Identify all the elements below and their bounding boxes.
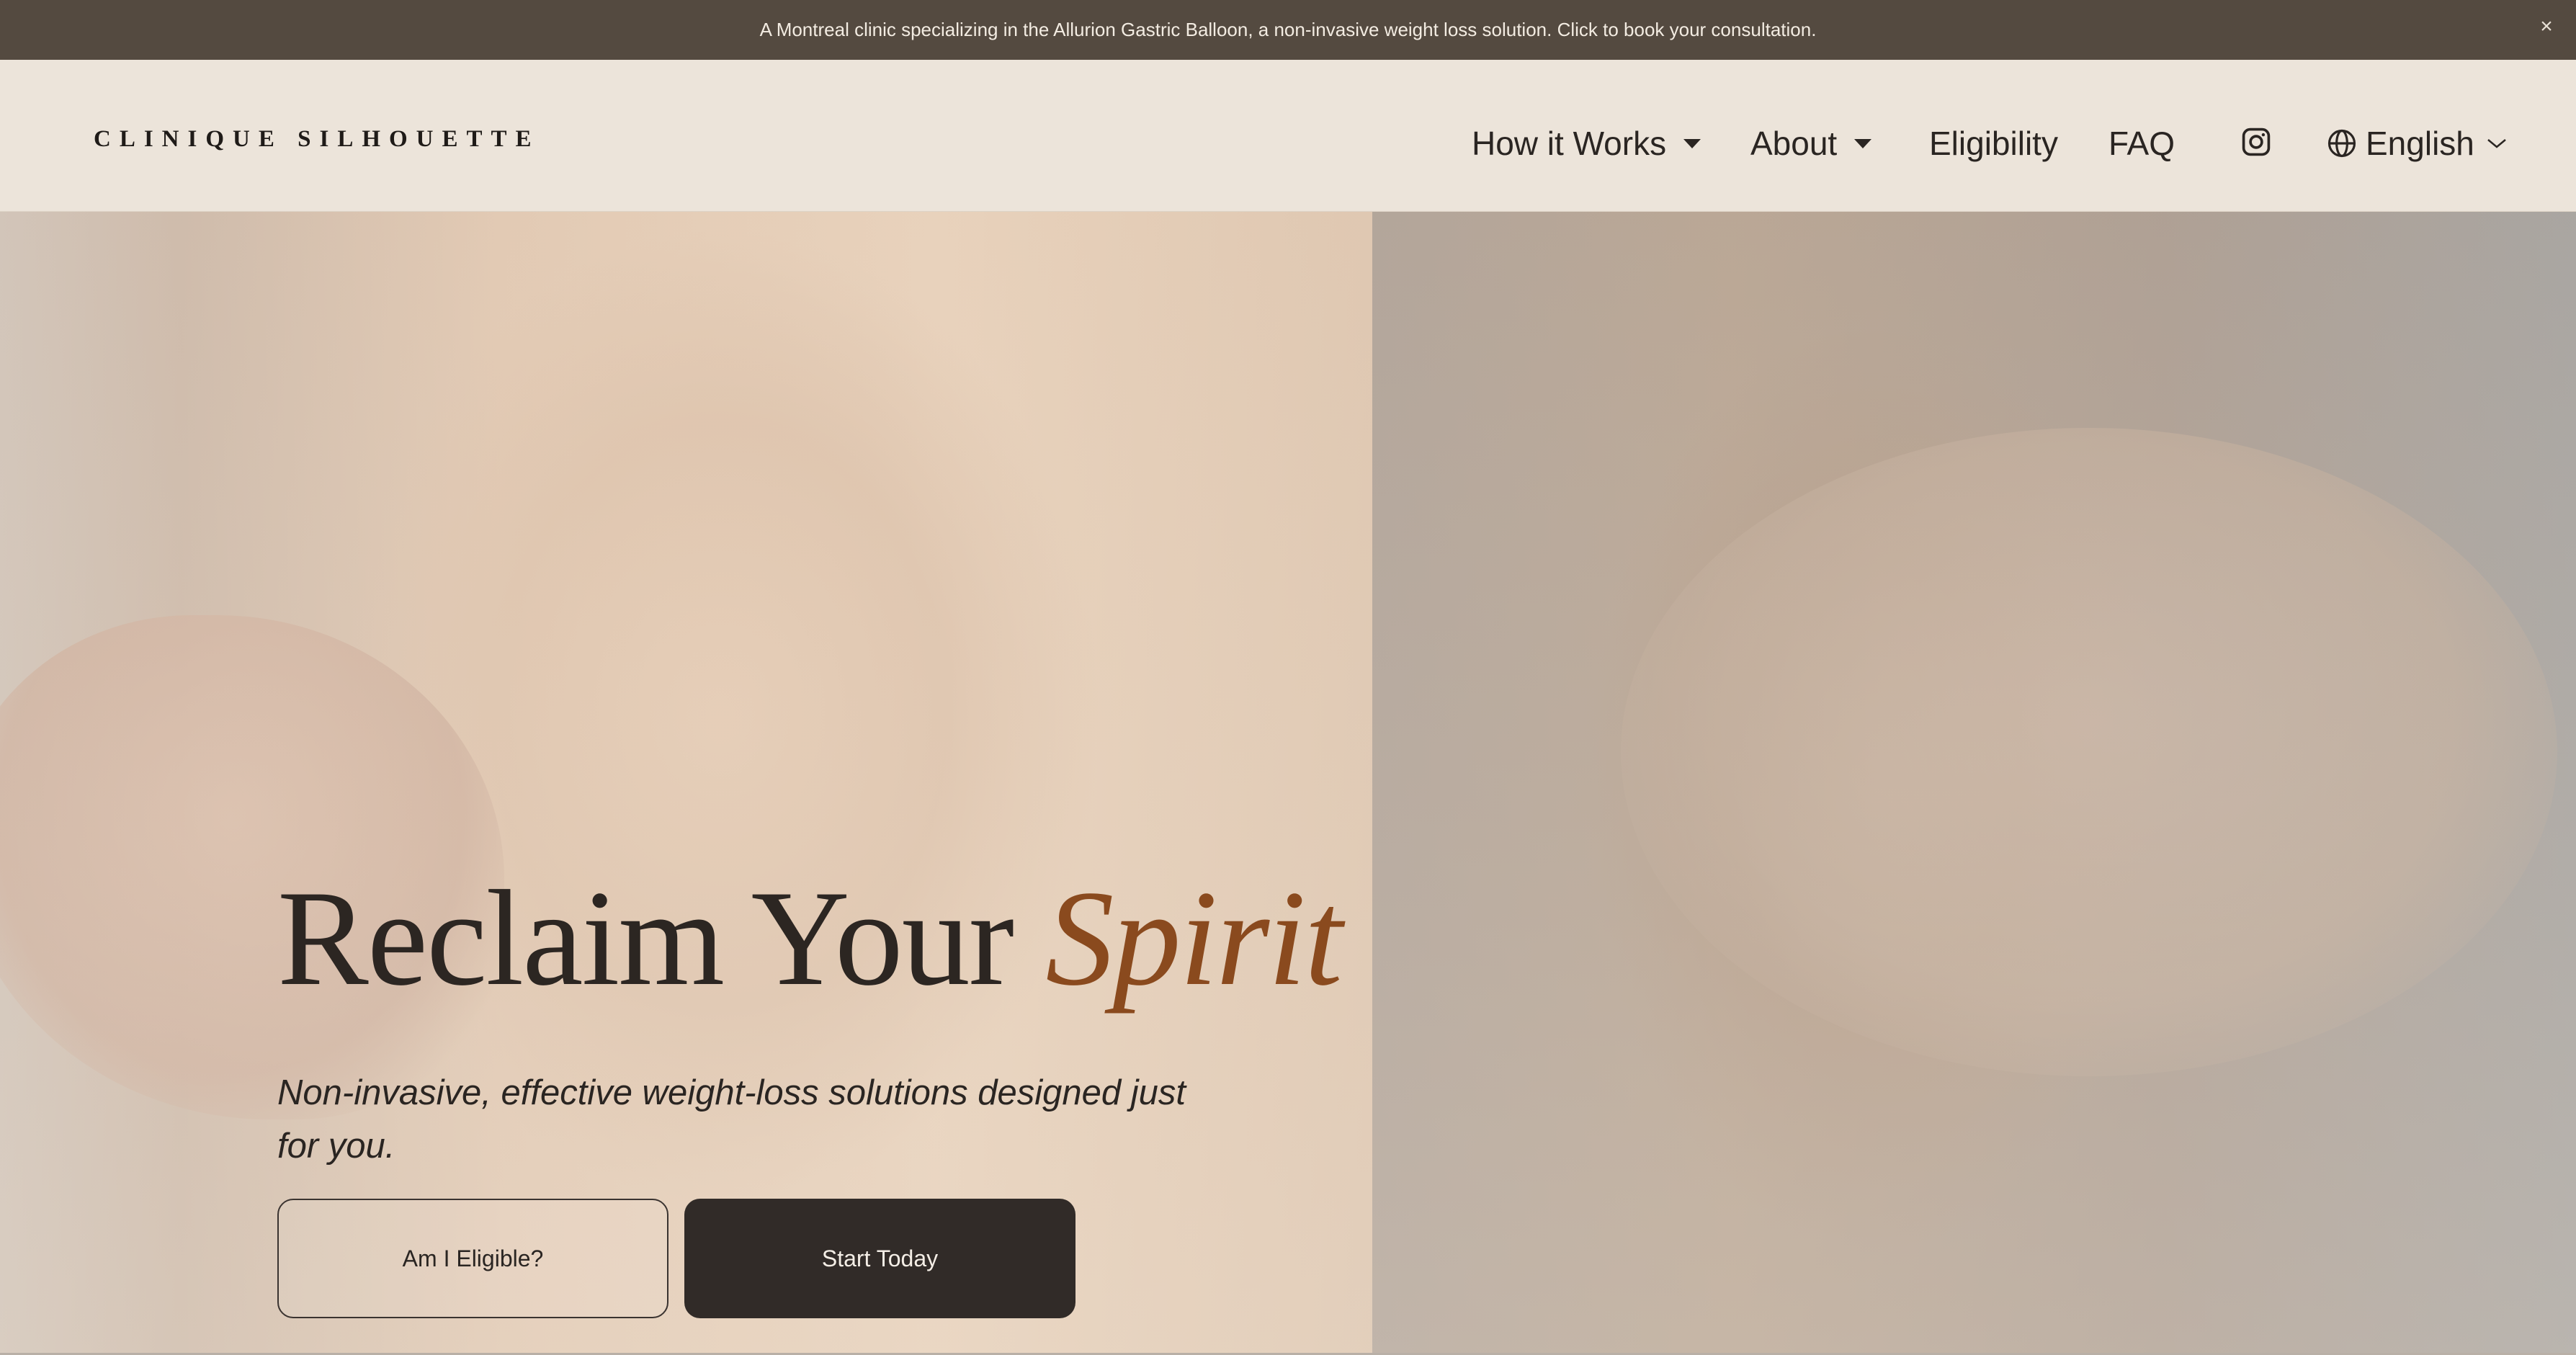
nav-how-it-works-label: How it Works — [1472, 125, 1667, 162]
hero-title-accent: Spirit — [1045, 863, 1343, 1014]
language-selector[interactable]: English — [2327, 124, 2508, 163]
language-label: English — [2366, 125, 2474, 162]
caret-down-icon — [1854, 138, 1872, 148]
nav-about[interactable]: About — [1750, 124, 1872, 163]
globe-icon — [2327, 129, 2356, 158]
start-today-button[interactable]: Start Today — [684, 1199, 1075, 1318]
am-i-eligible-button[interactable]: Am I Eligible? — [277, 1199, 668, 1318]
nav-about-label: About — [1750, 125, 1838, 162]
instagram-link[interactable] — [2240, 126, 2272, 158]
announcement-text[interactable]: A Montreal clinic specializing in the Al… — [760, 19, 1817, 41]
site-header: CLINIQUE SILHOUETTE How it Works About E… — [0, 60, 2576, 212]
nav-faq-label: FAQ — [2108, 125, 2175, 162]
nav-faq[interactable]: FAQ — [2108, 124, 2175, 163]
main-nav: How it Works About Eligibility FAQ Engli… — [0, 122, 2576, 165]
announcement-bar[interactable]: A Montreal clinic specializing in the Al… — [0, 0, 2576, 60]
nav-eligibility-label: Eligibility — [1929, 125, 2058, 162]
chevron-down-icon — [2487, 139, 2506, 148]
close-icon[interactable]: × — [2536, 16, 2557, 37]
nav-how-it-works[interactable]: How it Works — [1472, 124, 1701, 163]
nav-eligibility[interactable]: Eligibility — [1929, 124, 2058, 163]
instagram-icon — [2242, 128, 2271, 156]
hero-overlay — [0, 212, 2576, 1355]
hero-title: Reclaim Your Spirit — [277, 860, 1343, 1017]
hero-subtitle: Non-invasive, effective weight-loss solu… — [277, 1073, 1186, 1166]
hero-title-main: Reclaim Your — [277, 863, 1046, 1014]
caret-down-icon — [1683, 138, 1701, 148]
hero-section: Reclaim Your Spirit Non-invasive, effect… — [0, 212, 2576, 1355]
